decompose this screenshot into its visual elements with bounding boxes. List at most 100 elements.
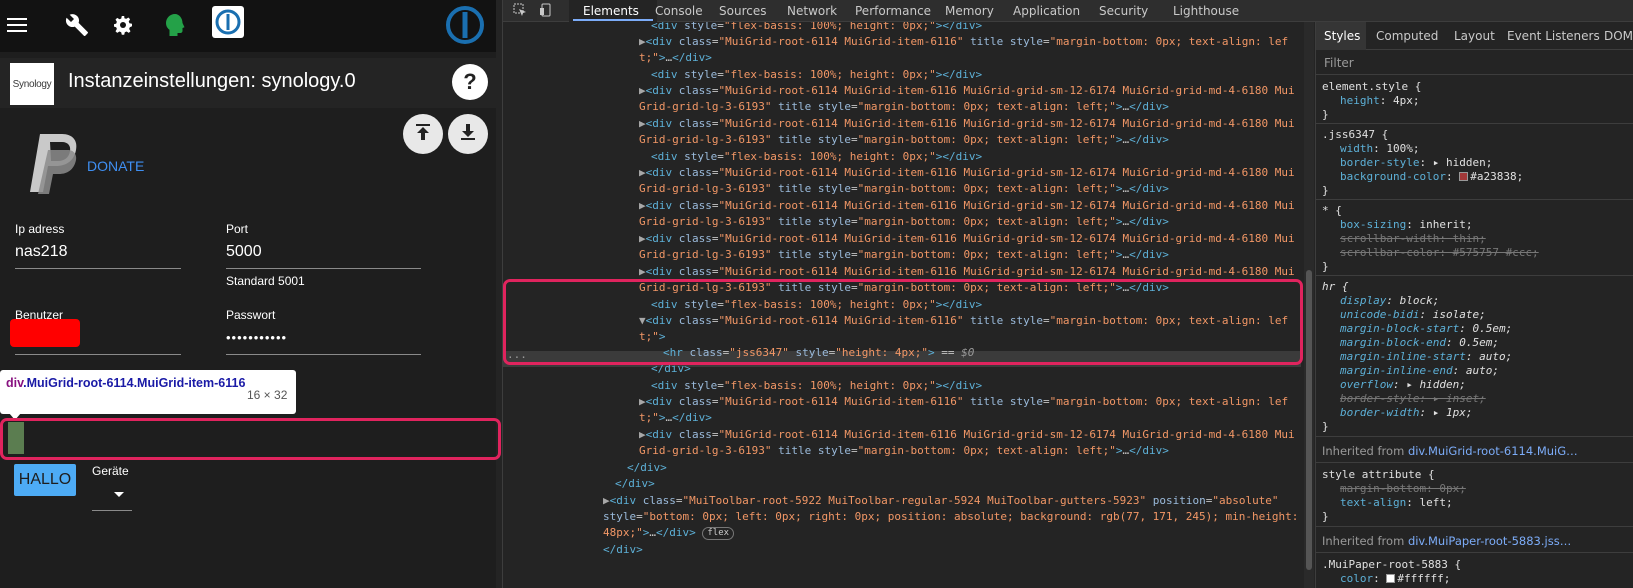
dom-line[interactable]: Grid-grid-lg-3-6193" title style="margin… xyxy=(639,247,1169,264)
inherited-source-link[interactable]: div.MuiPaper-root-5883.jss… xyxy=(1408,534,1571,548)
help-button[interactable]: ? xyxy=(452,64,488,100)
dom-line[interactable]: ▶<div class="MuiToolbar-root-5922 MuiToo… xyxy=(603,493,1279,510)
flex-badge[interactable]: flex xyxy=(702,527,735,540)
password-underline xyxy=(226,354,421,355)
port-input[interactable]: 5000 xyxy=(226,243,262,261)
devtools-panel: Elements Console Sources Network Perform… xyxy=(502,0,1633,588)
style-declaration[interactable]: margin-block-start: 0.5em; xyxy=(1340,322,1512,336)
style-declaration-overridden[interactable]: scrollbar-color: #575757 #ccc; xyxy=(1340,246,1539,260)
tab-styles[interactable]: Styles xyxy=(1324,29,1360,43)
tab-dom[interactable]: DOM xyxy=(1604,29,1633,43)
dom-line[interactable]: <div style="flex-basis: 100%; height: 0p… xyxy=(651,149,982,166)
dom-line[interactable]: <div style="flex-basis: 100%; height: 0p… xyxy=(651,67,982,84)
style-declaration[interactable]: width: 100%; xyxy=(1340,142,1419,156)
tab-layout[interactable]: Layout xyxy=(1454,29,1495,43)
dom-line[interactable]: t;">…</div> xyxy=(639,410,712,427)
style-declaration[interactable]: height: 4px; xyxy=(1340,94,1420,108)
adapter-settings-app: Synology Instanzeinstellungen: synology.… xyxy=(0,0,496,588)
download-button[interactable] xyxy=(448,114,488,154)
inherited-source-link[interactable]: div.MuiGrid-root-6114.MuiG… xyxy=(1408,444,1578,458)
style-declaration-overridden[interactable]: margin-bottom: 0px; xyxy=(1340,482,1466,496)
hamburger-menu-icon[interactable] xyxy=(0,8,34,42)
dom-line[interactable]: style="bottom: 0px; left: 0px; right: 0p… xyxy=(603,509,1298,526)
devices-select-underline xyxy=(92,510,132,511)
tab-memory[interactable]: Memory xyxy=(945,4,994,18)
dom-line[interactable]: </div> xyxy=(603,542,643,559)
wrench-icon[interactable] xyxy=(60,8,94,42)
tab-event-listeners[interactable]: Event Listeners xyxy=(1507,29,1600,43)
dom-line[interactable]: ▶<div class="MuiGrid-root-6114 MuiGrid-i… xyxy=(639,116,1295,133)
dom-line[interactable]: t;">…</div> xyxy=(639,50,712,67)
iobroker-logo-icon xyxy=(444,4,486,46)
port-helper-text: Standard 5001 xyxy=(226,274,305,288)
dom-line[interactable]: <div style="flex-basis: 100%; height: 0p… xyxy=(651,378,982,395)
tab-application[interactable]: Application xyxy=(1013,4,1080,18)
style-declaration[interactable]: display: block; xyxy=(1340,294,1439,308)
dom-line[interactable]: Grid-grid-lg-3-6193" title style="margin… xyxy=(639,181,1169,198)
dom-line[interactable]: </div> xyxy=(615,476,655,493)
tab-console[interactable]: Console xyxy=(655,4,703,18)
tooltip-class-list: .MuiGrid-root-6114.MuiGrid-item-6116 xyxy=(23,376,246,390)
style-declaration[interactable]: border-width: ▸ 1px; xyxy=(1340,406,1472,420)
ip-input[interactable]: nas218 xyxy=(15,243,68,261)
tab-sources[interactable]: Sources xyxy=(719,4,766,18)
iobroker-icon[interactable] xyxy=(212,6,244,38)
synology-logo: Synology xyxy=(10,63,54,105)
dom-line[interactable]: Grid-grid-lg-3-6193" title style="margin… xyxy=(639,99,1169,116)
device-toolbar-icon[interactable] xyxy=(539,3,553,20)
tab-elements[interactable]: Elements xyxy=(583,4,639,18)
rule-selector: style attribute { xyxy=(1322,468,1435,481)
devices-dropdown-arrow-icon[interactable] xyxy=(114,492,124,497)
user-underline xyxy=(15,354,181,355)
hallo-button[interactable]: HALLO xyxy=(14,464,76,496)
dom-line[interactable]: ▶<div class="MuiGrid-root-6114 MuiGrid-i… xyxy=(639,34,1288,51)
dom-line[interactable]: </div> xyxy=(627,460,667,477)
style-declaration-overridden[interactable]: scrollbar-width: thin; xyxy=(1340,232,1486,246)
style-declaration[interactable]: margin-inline-end: auto; xyxy=(1340,364,1499,378)
dom-line[interactable]: ▶<div class="MuiGrid-root-6114 MuiGrid-i… xyxy=(639,427,1295,444)
style-declaration[interactable]: box-sizing: inherit; xyxy=(1340,218,1472,232)
dom-line[interactable]: <div style="flex-basis: 100%; height: 0p… xyxy=(651,22,982,35)
dom-line[interactable]: Grid-grid-lg-3-6193" title style="margin… xyxy=(639,443,1169,460)
dom-line[interactable]: 48px;">…</div> flex xyxy=(603,525,735,542)
style-declaration[interactable]: margin-inline-start: auto; xyxy=(1340,350,1512,364)
styles-pane: Styles Computed Layout Event Listeners D… xyxy=(1315,22,1633,588)
dom-line[interactable]: Grid-grid-lg-3-6193" title style="margin… xyxy=(639,214,1169,231)
tab-security[interactable]: Security xyxy=(1099,4,1148,18)
upload-button[interactable] xyxy=(403,114,443,154)
styles-filter-input[interactable]: Filter xyxy=(1324,56,1354,70)
color-swatch[interactable] xyxy=(1386,574,1396,583)
tooltip-size: 16 × 32 xyxy=(247,388,288,402)
page-title: Instanzeinstellungen: synology.0 xyxy=(68,70,356,92)
paypal-icon[interactable] xyxy=(22,130,86,198)
gear-icon[interactable] xyxy=(106,8,140,42)
dom-line[interactable]: ▶<div class="MuiGrid-root-6114 MuiGrid-i… xyxy=(639,231,1295,248)
head-icon[interactable] xyxy=(158,8,192,42)
dom-line[interactable]: Grid-grid-lg-3-6193" title style="margin… xyxy=(639,132,1169,149)
dom-line[interactable]: ▶<div class="MuiGrid-root-6114 MuiGrid-i… xyxy=(639,165,1295,182)
user-input-redacted[interactable] xyxy=(10,319,80,347)
style-declaration[interactable]: margin-block-end: 0.5em; xyxy=(1340,336,1499,350)
rule-close: } xyxy=(1322,260,1329,273)
tab-network[interactable]: Network xyxy=(787,4,837,18)
divider xyxy=(1316,275,1633,276)
style-declaration[interactable]: border-style: ▸ hidden; xyxy=(1340,156,1492,170)
inspect-element-icon[interactable] xyxy=(513,3,527,20)
top-toolbar xyxy=(0,0,496,52)
tab-performance[interactable]: Performance xyxy=(855,4,931,18)
dom-line[interactable]: ▶<div class="MuiGrid-root-6114 MuiGrid-i… xyxy=(639,198,1295,215)
dom-line[interactable]: ▶<div class="MuiGrid-root-6114 MuiGrid-i… xyxy=(639,83,1295,100)
tab-computed[interactable]: Computed xyxy=(1376,29,1438,43)
elements-scrollbar-thumb[interactable] xyxy=(1306,270,1312,570)
style-declaration[interactable]: unicode-bidi: isolate; xyxy=(1340,308,1486,322)
dom-line[interactable]: ▶<div class="MuiGrid-root-6114 MuiGrid-i… xyxy=(639,394,1288,411)
style-declaration[interactable]: background-color: #a23838; xyxy=(1340,170,1523,184)
style-declaration[interactable]: text-align: left; xyxy=(1340,496,1453,510)
style-declaration[interactable]: color: #ffffff; xyxy=(1340,572,1450,586)
style-declaration[interactable]: overflow: ▸ hidden; xyxy=(1340,378,1466,392)
donate-link[interactable]: DONATE xyxy=(87,158,144,174)
tab-lighthouse[interactable]: Lighthouse xyxy=(1173,4,1239,18)
style-declaration-overridden[interactable]: border-style: ▸ inset; xyxy=(1340,392,1486,406)
password-input[interactable]: ••••••••••• xyxy=(226,330,287,345)
color-swatch[interactable] xyxy=(1459,172,1469,181)
